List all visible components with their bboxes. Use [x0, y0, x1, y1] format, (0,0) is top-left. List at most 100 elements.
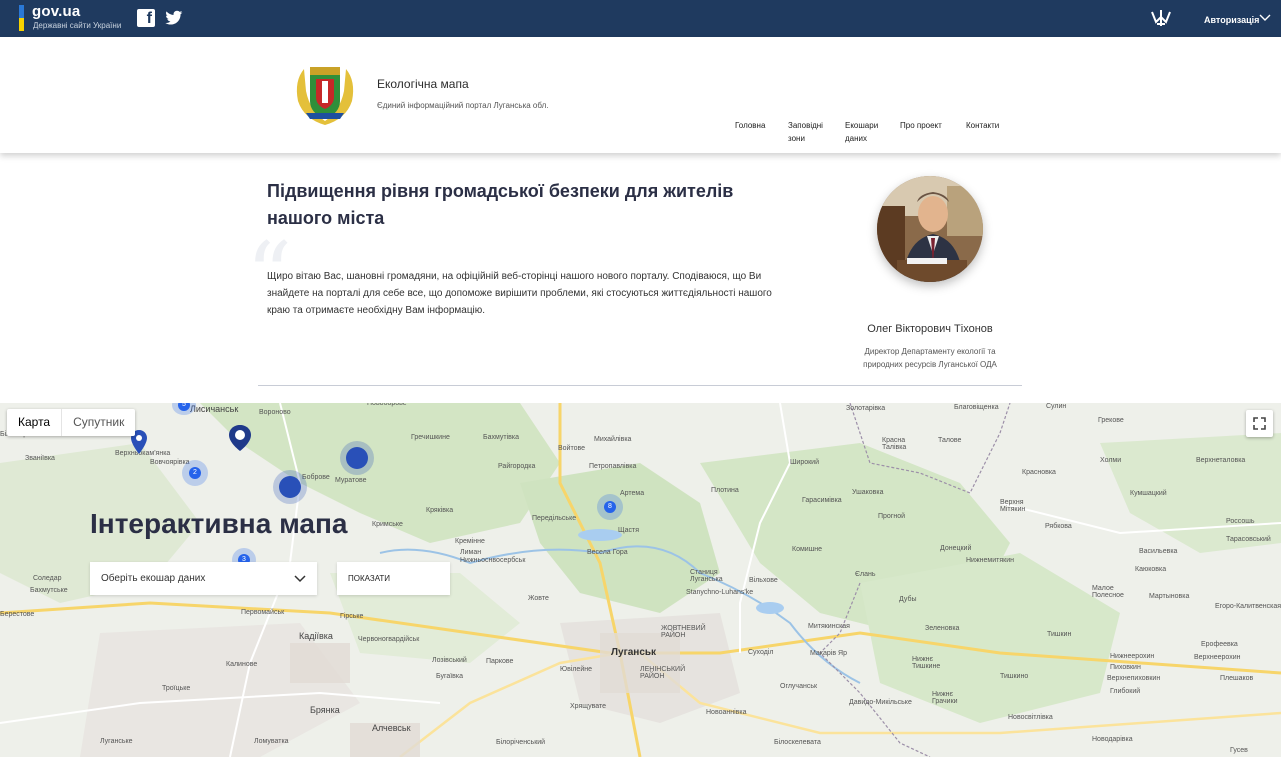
map-place-label: Зеленовка — [925, 625, 960, 632]
map-place-label: Новодарівка — [1092, 736, 1133, 743]
map-place-label: Благовіщенка — [954, 404, 999, 411]
twitter-icon[interactable] — [165, 9, 183, 27]
ukraine-flag-icon — [19, 5, 24, 31]
map-place-label: Егоро-Калитвенская — [1215, 603, 1281, 610]
map-place-label: Пиховкин — [1110, 664, 1141, 671]
map-place-label: Ювілейне — [560, 666, 592, 673]
map-place-label: Кримське — [372, 521, 403, 528]
map-place-label: Грекове — [1098, 417, 1124, 424]
nav-home[interactable]: Головна — [735, 119, 765, 132]
map-place-label: Берестове — [0, 611, 35, 618]
map-place-label: Верхнепиховкин — [1107, 675, 1161, 682]
map-place-label: Ломуватка — [254, 738, 289, 745]
map-place-label: Троїцьке — [162, 685, 191, 692]
map-place-label: ЛЕНІНСЬКИЙ РАЙОН — [640, 666, 686, 680]
map-place-label: Райгородка — [498, 463, 536, 470]
map-place-label: Новоаннівка — [706, 709, 747, 716]
map-place-label: Малое Полесное — [1092, 585, 1124, 599]
show-button[interactable]: ПОКАЗАТИ — [337, 562, 450, 595]
luhansk-crest-icon[interactable] — [292, 61, 358, 127]
map-place-label: Луганське — [100, 738, 133, 745]
map-place-label: Нижнеерохин — [1110, 653, 1155, 660]
map-place-label: Донецкий — [940, 545, 972, 552]
map-place-label: Каюковка — [1135, 566, 1167, 573]
map-place-label: Гречишкине — [411, 434, 450, 441]
map-place-label: Золотарівка — [846, 405, 886, 412]
map-place-label: Жовте — [528, 595, 549, 602]
map-place-label: Кряківка — [426, 507, 454, 514]
map-place-label: Нижнє Грачики — [932, 691, 958, 705]
map-place-label: Красна Талівка — [882, 437, 907, 451]
map-place-label: Передільське — [532, 515, 577, 522]
map-place-label: Первомайськ — [241, 609, 285, 616]
map-location-pin-icon[interactable] — [229, 425, 251, 451]
map-factory-marker-icon[interactable] — [279, 476, 301, 498]
auth-link[interactable]: Авторизація — [1204, 15, 1259, 25]
map-place-label: Широкий — [790, 459, 819, 466]
nav-about[interactable]: Про проект — [900, 119, 942, 132]
map-cluster-marker[interactable]: 2 — [182, 460, 208, 486]
trident-icon[interactable] — [1150, 8, 1172, 28]
map-place-label: Верхнеерохин — [1194, 654, 1241, 661]
map-place-label: Бахмутівка — [483, 434, 519, 441]
intro-title: Підвищення рівня громадської безпеки для… — [267, 181, 734, 228]
eco-layer-select-value: Оберіть екошар даних — [101, 573, 206, 584]
map-place-label: Васильевка — [1139, 548, 1178, 555]
gov-ua-subtitle: Державні сайти України — [33, 21, 122, 30]
map-place-label: Красновка — [1022, 469, 1056, 476]
map-place-label: Тишкин — [1047, 631, 1072, 638]
map-place-label: Комишне — [792, 546, 823, 553]
nav-eco-layers[interactable]: Екошари даних — [845, 119, 878, 145]
gov-top-bar: gov.ua Державні сайти України f Авториза… — [0, 0, 1281, 37]
map-place-label: Глибокий — [1110, 688, 1141, 695]
map-place-label: Білоскелевата — [774, 739, 821, 746]
map-place-label: Россошь — [1226, 518, 1255, 525]
map-place-label: Давидо-Микільське — [849, 699, 912, 706]
map-factory-marker-icon[interactable] — [346, 447, 368, 469]
map-place-label: Прогной — [878, 513, 906, 520]
map-place-label: Оглучанськ — [780, 683, 818, 690]
map-place-label: Талове — [938, 437, 962, 444]
map-place-label: Гірське — [340, 613, 364, 620]
map-place-label: Соледар — [33, 575, 62, 582]
map-place-label: Артема — [620, 490, 645, 497]
interactive-map[interactable]: Вороново Новоборове Золотарівка Благовіщ… — [0, 403, 1281, 757]
map-place-label: Білоріченський — [496, 739, 546, 746]
map-place-label: Рябкова — [1045, 523, 1072, 530]
map-title: Інтерактивна мапа — [90, 508, 348, 539]
map-place-label: Кремінне — [455, 538, 485, 545]
chevron-down-icon[interactable] — [1259, 12, 1271, 22]
map-place-label: Сулин — [1046, 403, 1067, 410]
fullscreen-icon — [1253, 417, 1266, 430]
map-place-label: Михайлівка — [594, 436, 632, 443]
map-place-label: Хрящувате — [570, 703, 607, 710]
gov-ua-logo[interactable]: gov.ua — [32, 3, 80, 20]
director-name: Олег Вікторович Тіхонов — [867, 323, 993, 335]
site-title[interactable]: Екологічна мапа — [377, 77, 469, 91]
map-place-label: Нижнемитякин — [966, 557, 1014, 564]
eco-layer-select[interactable]: Оберіть екошар даних — [90, 562, 317, 595]
map-place-label: Ерофеевка — [1201, 641, 1238, 648]
map-place-label: Верхня Мітякин — [1000, 499, 1026, 513]
nav-protected-zones[interactable]: Заповідні зони — [788, 119, 823, 145]
map-place-label: Червоногвардійськ — [358, 636, 420, 643]
nav-contacts[interactable]: Контакти — [966, 119, 999, 132]
map-place-label: Кумшацкий — [1130, 490, 1167, 497]
site-subtitle: Єдиний інформаційний портал Луганська об… — [377, 101, 549, 110]
map-place-label: Станиця Луганська — [690, 569, 723, 583]
facebook-icon[interactable]: f — [137, 9, 155, 27]
map-place-label: Весела Гора — [587, 549, 628, 556]
show-button-label: ПОКАЗАТИ — [348, 574, 391, 583]
map-cluster-marker[interactable]: 8 — [597, 494, 623, 520]
map-place-label: Суходіл — [748, 649, 774, 656]
map-place-label: Боброве — [302, 474, 330, 481]
map-type-map-button[interactable]: Карта — [7, 409, 63, 436]
map-place-label: Лозівський — [432, 657, 467, 664]
map-place-label: Петропавлівка — [589, 463, 637, 470]
map-place-label: Тишкино — [1000, 673, 1029, 680]
fullscreen-button[interactable] — [1246, 410, 1273, 437]
map-city-lysychansk: Лисичанськ — [190, 404, 239, 414]
map-place-label: Тарасовський — [1226, 536, 1271, 543]
map-place-label: ЖОВТНЕВИЙ РАЙОН — [661, 625, 706, 639]
map-type-satellite-button[interactable]: Супутник — [62, 409, 135, 436]
